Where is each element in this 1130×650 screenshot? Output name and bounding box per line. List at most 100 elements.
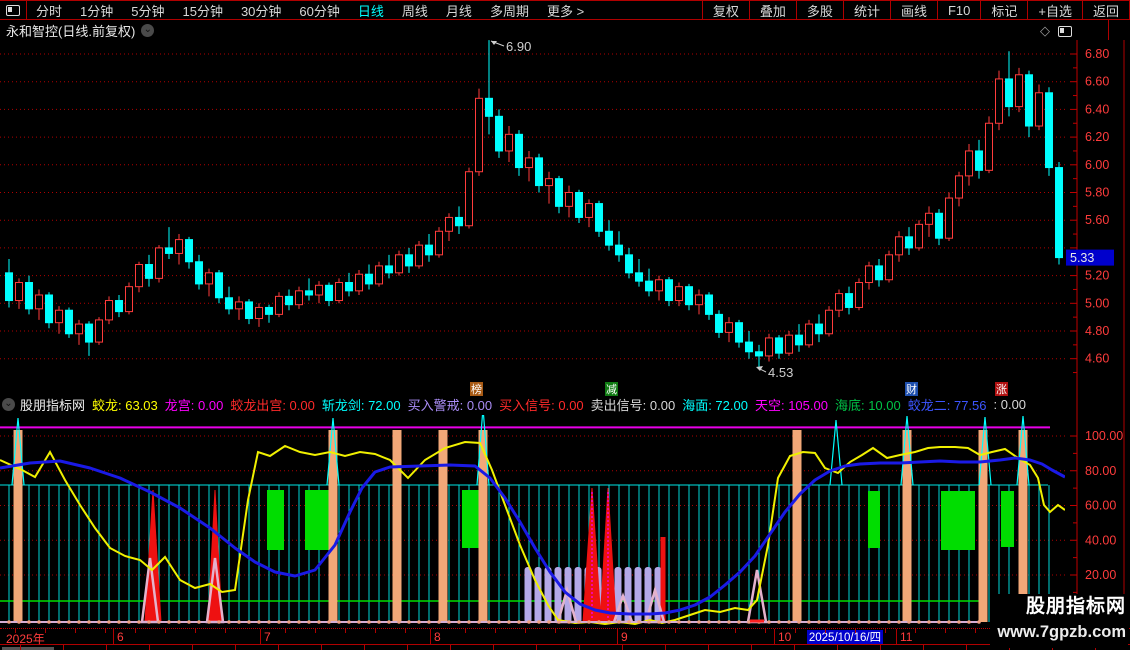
axis-tick — [885, 629, 886, 633]
period-tab-9[interactable]: 多周期 — [481, 1, 538, 20]
axis-tick — [105, 629, 106, 633]
svg-text:6.20: 6.20 — [1085, 130, 1109, 144]
indicator-field-4: 买入警戒: 0.00 — [407, 398, 493, 413]
indicator-field-3: 斩龙剑: 72.00 — [321, 398, 401, 413]
svg-text:4.53: 4.53 — [768, 365, 793, 380]
divider — [1108, 20, 1109, 40]
svg-text:6.80: 6.80 — [1085, 47, 1109, 61]
stub-tick — [192, 645, 193, 650]
stub-tick — [880, 645, 881, 650]
period-tab-7[interactable]: 周线 — [393, 1, 437, 20]
stub-tick — [149, 645, 150, 650]
svg-text:100.00: 100.00 — [1085, 429, 1123, 443]
svg-text:4.80: 4.80 — [1085, 324, 1109, 338]
action-button-8[interactable]: 返回 — [1081, 1, 1130, 19]
axis-tick — [525, 629, 526, 633]
month-label-8: 8 — [434, 630, 441, 644]
stub-tick — [106, 645, 107, 650]
period-tab-6[interactable]: 日线 — [349, 1, 393, 20]
svg-text:榜: 榜 — [471, 382, 482, 396]
layout-toggle-button[interactable] — [0, 1, 27, 19]
axis-tick — [495, 629, 496, 633]
indicator-header: ⌄ 股朋指标网 蛟龙: 63.03 龙宫: 0.00 蛟龙出宫: 0.00 斩龙剑: … — [2, 396, 1033, 413]
stub-tick — [536, 645, 537, 650]
candlestick-chart[interactable]: 6.90 4.53 榜 减 财 涨 — [0, 40, 1065, 396]
indicator-field-5: 买入信号: 0.00 — [499, 398, 584, 413]
indicator-field-2: 蛟龙出宫: 0.00 — [230, 398, 315, 413]
stub-tick — [63, 645, 64, 650]
svg-text:财: 财 — [906, 382, 917, 396]
period-tab-5[interactable]: 60分钟 — [290, 1, 348, 20]
high-annotation: 6.90 — [490, 40, 531, 54]
indicator-panel[interactable] — [0, 415, 1065, 628]
stub-tick — [966, 645, 967, 650]
period-tab-3[interactable]: 15分钟 — [173, 1, 231, 20]
axis-tick — [135, 629, 136, 633]
event-tag-0[interactable]: 榜 — [470, 382, 483, 396]
indicator-field-9: 海底: 10.00 — [834, 398, 901, 413]
axis-tick — [225, 629, 226, 633]
action-button-1[interactable]: 叠加 — [748, 1, 796, 19]
svg-text:涨: 涨 — [996, 383, 1007, 396]
event-tag-2[interactable]: 财 — [905, 382, 918, 396]
indicator-field-6: 卖出信号: 0.00 — [590, 398, 676, 413]
month-divider — [113, 629, 114, 645]
action-button-5[interactable]: F10 — [936, 1, 980, 19]
axis-tick — [825, 629, 826, 633]
current-price-tag: 5.33 — [1066, 249, 1114, 266]
action-button-6[interactable]: 标记 — [980, 1, 1027, 19]
period-tab-2[interactable]: 5分钟 — [122, 1, 173, 20]
axis-tick — [405, 629, 406, 633]
low-annotation: 4.53 — [756, 365, 793, 380]
action-button-4[interactable]: 画线 — [889, 1, 937, 19]
action-button-0[interactable]: 复权 — [701, 1, 749, 19]
period-tab-1[interactable]: 1分钟 — [71, 1, 122, 20]
stub-tick — [751, 645, 752, 650]
stub-tick — [450, 645, 451, 650]
svg-text:60.00: 60.00 — [1085, 499, 1116, 513]
stub-tick — [837, 645, 838, 650]
date-box: 2025/10/16/四 — [807, 630, 883, 644]
axis-tick — [345, 629, 346, 633]
period-tab-8[interactable]: 月线 — [437, 1, 481, 20]
svg-text:4.60: 4.60 — [1085, 352, 1109, 366]
action-button-3[interactable]: 统计 — [842, 1, 890, 19]
stock-title: 永和智控(日线.前复权) — [6, 23, 136, 39]
time-axis[interactable]: 2025年 2025/10/16/四 6 7 8 9 10 11 — [0, 628, 1130, 646]
month-divider — [430, 629, 431, 645]
month-divider — [260, 629, 261, 645]
stub-tick — [407, 645, 408, 650]
axis-tick — [555, 629, 556, 633]
svg-text:6.40: 6.40 — [1085, 102, 1109, 116]
axis-tick — [585, 629, 586, 633]
axis-tick — [675, 629, 676, 633]
stub-tick — [278, 645, 279, 650]
month-divider — [617, 629, 618, 645]
stub-tick — [235, 645, 236, 650]
month-label-10: 10 — [778, 630, 792, 644]
period-tab-4[interactable]: 30分钟 — [232, 1, 290, 20]
action-button-7[interactable]: +自选 — [1027, 1, 1082, 19]
period-tab-10[interactable]: 更多 > — [538, 1, 593, 20]
axis-tick — [15, 629, 16, 633]
pane-icon[interactable] — [1058, 25, 1072, 37]
price-gridlines — [0, 53, 1065, 360]
event-tag-1[interactable]: 减 — [605, 382, 618, 396]
svg-text:80.00: 80.00 — [1085, 464, 1116, 478]
stub-tick — [321, 645, 322, 650]
collapse-chevron-icon[interactable]: ⌄ — [2, 398, 15, 411]
chevron-down-circle-icon[interactable]: ⌄ — [141, 23, 155, 37]
month-label-9: 9 — [621, 630, 628, 644]
axis-tick — [75, 629, 76, 633]
axis-tick — [195, 629, 196, 633]
axis-tick — [315, 629, 316, 633]
svg-text:20.00: 20.00 — [1085, 568, 1116, 582]
indicator-site-label: 股朋指标网 — [20, 398, 86, 413]
indicator-field-1: 龙宫: 0.00 — [164, 398, 224, 413]
event-tag-3[interactable]: 涨 — [995, 382, 1008, 396]
action-button-2[interactable]: 多股 — [795, 1, 843, 19]
diamond-icon[interactable]: ◇ — [1040, 23, 1050, 39]
period-tab-0[interactable]: 分时 — [27, 1, 71, 20]
stub-tick — [493, 645, 494, 650]
stub-tick — [579, 645, 580, 650]
